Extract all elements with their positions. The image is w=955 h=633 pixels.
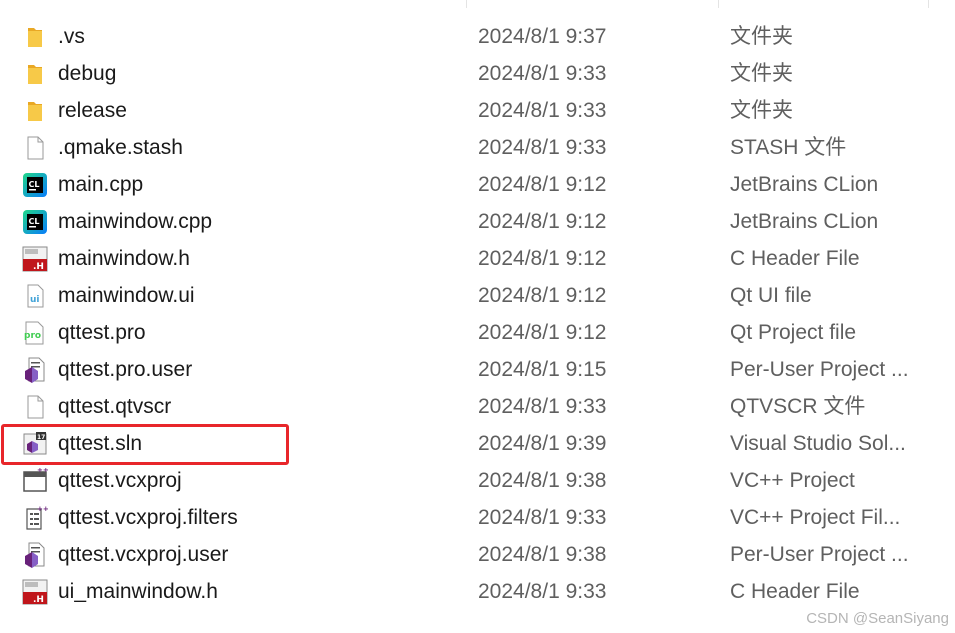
file-row[interactable]: debug 2024/8/1 9:33 文件夹 — [0, 56, 955, 93]
clion-icon: CL — [22, 209, 48, 235]
folder-icon — [22, 61, 48, 87]
file-type: Visual Studio Sol... — [730, 432, 906, 455]
file-type: JetBrains CLion — [730, 210, 879, 233]
file-name[interactable]: release — [58, 98, 127, 124]
file-name[interactable]: qttest.pro.user — [58, 357, 192, 383]
file-row[interactable]: CL main.cpp 2024/8/1 9:12 JetBrains CLion — [0, 167, 955, 204]
file-name[interactable]: qttest.qtvscr — [58, 394, 171, 420]
file-date-modified: 2024/8/1 9:12 — [478, 284, 607, 307]
file-row[interactable]: ++ qttest.vcxproj.filters 2024/8/1 9:33 VC… — [0, 500, 955, 537]
file-date-modified: 2024/8/1 9:15 — [478, 358, 607, 381]
column-divider-type-size[interactable] — [928, 0, 929, 8]
file-row[interactable]: qttest.pro.user 2024/8/1 9:15 Per-User Pro… — [0, 352, 955, 389]
vs-user-file-icon — [22, 542, 48, 568]
file-type: VC++ Project Fil... — [730, 506, 901, 529]
annotation-highlight-box — [1, 424, 289, 465]
file-type: 文件夹 — [730, 99, 793, 122]
svg-text:.H: .H — [33, 595, 44, 605]
file-date-modified: 2024/8/1 9:38 — [478, 543, 607, 566]
header-file-icon: .H — [22, 246, 48, 272]
file-name[interactable]: qttest.vcxproj.user — [58, 542, 228, 568]
svg-text:++: ++ — [37, 468, 48, 474]
svg-text:.H: .H — [33, 262, 44, 272]
header-file-icon: .H — [22, 579, 48, 605]
folder-icon — [22, 24, 48, 50]
svg-text:ui: ui — [30, 295, 40, 305]
vcxproj-icon: ++ — [22, 466, 49, 494]
file-name[interactable]: ui_mainwindow.h — [58, 579, 218, 605]
folder-icon — [22, 98, 48, 124]
file-date-modified: 2024/8/1 9:33 — [478, 99, 607, 122]
file-date-modified: 2024/8/1 9:12 — [478, 210, 607, 233]
file-row[interactable]: .qmake.stash 2024/8/1 9:33 STASH 文件 — [0, 130, 955, 167]
file-type: Qt Project file — [730, 321, 857, 344]
file-type: VC++ Project — [730, 469, 855, 492]
file-name[interactable]: debug — [58, 61, 116, 87]
file-type: C Header File — [730, 580, 860, 603]
file-row[interactable]: ++ qttest.vcxproj 2024/8/1 9:38 VC++ Proje… — [0, 463, 955, 500]
file-type: 文件夹 — [730, 25, 793, 48]
blank-file-icon — [22, 135, 48, 161]
file-name[interactable]: .qmake.stash — [58, 135, 183, 161]
file-date-modified: 2024/8/1 9:12 — [478, 173, 607, 196]
file-type: C Header File — [730, 247, 860, 270]
qt-ui-file-icon: ui — [22, 283, 48, 309]
svg-text:++: ++ — [37, 505, 48, 513]
vcxproj-filters-icon: ++ — [22, 505, 49, 531]
file-name[interactable]: qttest.vcxproj — [58, 468, 182, 494]
file-name[interactable]: qttest.pro — [58, 320, 146, 346]
file-date-modified: 2024/8/1 9:39 — [478, 432, 607, 455]
clion-icon: CL — [22, 172, 48, 198]
watermark: CSDN @SeanSiyang — [806, 610, 949, 627]
file-row[interactable]: .H mainwindow.h 2024/8/1 9:12 C Header Fil… — [0, 241, 955, 278]
file-date-modified: 2024/8/1 9:33 — [478, 580, 607, 603]
file-row[interactable]: qttest.vcxproj.user 2024/8/1 9:38 Per-User… — [0, 537, 955, 574]
file-date-modified: 2024/8/1 9:33 — [478, 62, 607, 85]
file-name[interactable]: qttest.vcxproj.filters — [58, 505, 238, 531]
file-date-modified: 2024/8/1 9:38 — [478, 469, 607, 492]
qt-pro-file-icon: pro — [22, 320, 48, 346]
file-type: QTVSCR 文件 — [730, 395, 866, 418]
file-list: .vs 2024/8/1 9:37 文件夹 debug 2024/8/1 9:33 文件… — [0, 19, 955, 611]
file-type: Per-User Project ... — [730, 358, 909, 381]
file-type: Qt UI file — [730, 284, 812, 307]
file-date-modified: 2024/8/1 9:37 — [478, 25, 607, 48]
file-date-modified: 2024/8/1 9:33 — [478, 395, 607, 418]
file-row[interactable]: .H ui_mainwindow.h 2024/8/1 9:33 C Header … — [0, 574, 955, 611]
file-row[interactable]: ui mainwindow.ui 2024/8/1 9:12 Qt UI file — [0, 278, 955, 315]
file-type: STASH 文件 — [730, 136, 847, 159]
file-date-modified: 2024/8/1 9:12 — [478, 247, 607, 270]
svg-text:CL: CL — [29, 217, 40, 226]
file-name[interactable]: mainwindow.ui — [58, 283, 195, 309]
file-name[interactable]: mainwindow.h — [58, 246, 190, 272]
file-date-modified: 2024/8/1 9:33 — [478, 506, 607, 529]
file-row[interactable]: .vs 2024/8/1 9:37 文件夹 — [0, 19, 955, 56]
file-row[interactable]: qttest.qtvscr 2024/8/1 9:33 QTVSCR 文件 — [0, 389, 955, 426]
file-type: 文件夹 — [730, 62, 793, 85]
file-name[interactable]: main.cpp — [58, 172, 143, 198]
column-divider-name-date[interactable] — [466, 0, 467, 8]
svg-text:pro: pro — [24, 331, 41, 341]
file-date-modified: 2024/8/1 9:33 — [478, 136, 607, 159]
column-divider-date-type[interactable] — [718, 0, 719, 8]
file-type: JetBrains CLion — [730, 173, 879, 196]
file-row[interactable]: CL mainwindow.cpp 2024/8/1 9:12 JetBrains … — [0, 204, 955, 241]
file-date-modified: 2024/8/1 9:12 — [478, 321, 607, 344]
file-name[interactable]: .vs — [58, 24, 85, 50]
file-row[interactable]: pro qttest.pro 2024/8/1 9:12 Qt Project fi… — [0, 315, 955, 352]
blank-file-icon — [22, 394, 48, 420]
svg-text:CL: CL — [29, 180, 40, 189]
vs-user-file-icon — [22, 357, 48, 383]
file-row[interactable]: release 2024/8/1 9:33 文件夹 — [0, 93, 955, 130]
file-type: Per-User Project ... — [730, 543, 909, 566]
file-name[interactable]: mainwindow.cpp — [58, 209, 212, 235]
